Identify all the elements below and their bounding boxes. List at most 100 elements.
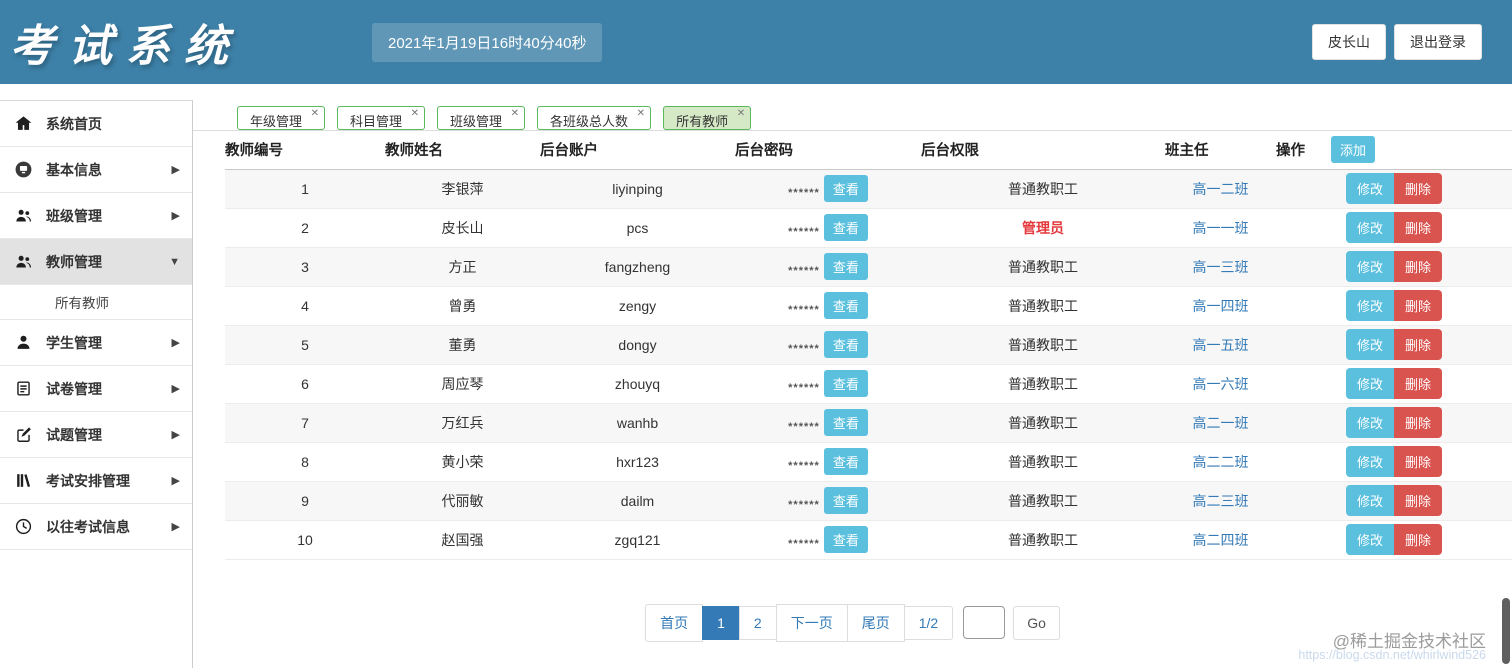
sidebar-item-home[interactable]: 系统首页 (0, 101, 192, 147)
view-password-button[interactable]: 查看 (823, 292, 868, 319)
logout-button[interactable]: 退出登录 (1394, 24, 1482, 60)
head-teacher-link[interactable]: 高二四班 (1193, 532, 1249, 548)
pagination: 首页 1 2 下一页 尾页 1/2 Go (193, 603, 1512, 642)
col-permission: 后台权限 (921, 143, 979, 160)
tab-bar: 年级管理 ✕ 科目管理 ✕ 班级管理 ✕ 各班级总人数 ✕ 所有教师 ✕ (193, 100, 1512, 131)
edit-button[interactable]: 修改 (1345, 173, 1394, 204)
password-mask: ****** (788, 460, 820, 472)
pagination-first[interactable]: 首页 (645, 603, 704, 642)
sidebar-item-class-mgmt[interactable]: 班级管理 ▶ (0, 193, 192, 239)
view-password-button[interactable]: 查看 (823, 253, 868, 280)
top-header: 考试系统 2021年1月19日16时40分40秒 皮长山 退出登录 (0, 0, 1512, 84)
tab-class-totals[interactable]: 各班级总人数 ✕ (537, 106, 652, 130)
table-row: 2 皮长山 pcs ****** 查看 管理员 高一一班 修改 删除 (225, 208, 1512, 247)
view-password-button[interactable]: 查看 (823, 448, 868, 475)
pagination-next[interactable]: 下一页 (775, 603, 848, 642)
tab-grade-mgmt[interactable]: 年级管理 ✕ (237, 106, 326, 130)
pagination-last[interactable]: 尾页 (846, 603, 905, 642)
head-teacher-link[interactable]: 高一三班 (1193, 259, 1249, 275)
head-teacher-link[interactable]: 高一四班 (1193, 298, 1249, 314)
delete-button[interactable]: 删除 (1394, 329, 1443, 360)
edit-button[interactable]: 修改 (1345, 446, 1394, 477)
col-account: 后台账户 (540, 143, 598, 160)
col-head-teacher: 班主任 (1165, 143, 1209, 160)
delete-button[interactable]: 删除 (1394, 173, 1443, 204)
clock-display: 2021年1月19日16时40分40秒 (372, 22, 603, 62)
delete-button[interactable]: 删除 (1394, 251, 1443, 282)
password-mask: ****** (788, 304, 820, 316)
view-password-button[interactable]: 查看 (823, 370, 868, 397)
tab-class-mgmt[interactable]: 班级管理 ✕ (437, 106, 526, 130)
chevron-right-icon: ▶ (171, 521, 180, 533)
table-header-row: 教师编号 教师姓名 后台账户 后台密码 后台权限 班主任 操作 添加 (225, 131, 1512, 169)
delete-button[interactable]: 删除 (1394, 485, 1443, 516)
clock-icon (14, 517, 34, 537)
table-row: 8 黄小荣 hxr123 ****** 查看 普通教职工 高二二班 修改 删除 (225, 442, 1512, 481)
edit-button[interactable]: 修改 (1345, 485, 1394, 516)
pagination-page-input[interactable] (963, 606, 1006, 639)
sidebar-item-exam-schedule[interactable]: 考试安排管理 ▶ (0, 458, 192, 504)
close-icon[interactable]: ✕ (411, 108, 419, 119)
pagination-page-2[interactable]: 2 (738, 605, 777, 640)
people-group-icon (14, 252, 34, 272)
delete-button[interactable]: 删除 (1394, 368, 1443, 399)
chevron-right-icon: ▶ (171, 210, 180, 222)
edit-button[interactable]: 修改 (1345, 212, 1394, 243)
sidebar-item-teacher-mgmt[interactable]: 教师管理 ▼ (0, 239, 192, 285)
pagination-go-button[interactable]: Go (1013, 605, 1060, 640)
head-teacher-link[interactable]: 高二二班 (1193, 454, 1249, 470)
edit-button[interactable]: 修改 (1345, 329, 1394, 360)
password-mask: ****** (788, 421, 820, 433)
delete-button[interactable]: 删除 (1394, 407, 1443, 438)
view-password-button[interactable]: 查看 (823, 175, 868, 202)
close-icon[interactable]: ✕ (311, 108, 319, 119)
edit-button[interactable]: 修改 (1345, 368, 1394, 399)
table-row: 4 曾勇 zengy ****** 查看 普通教职工 高一四班 修改 删除 (225, 286, 1512, 325)
main-content: 年级管理 ✕ 科目管理 ✕ 班级管理 ✕ 各班级总人数 ✕ 所有教师 ✕ 教师编… (193, 100, 1512, 668)
close-icon[interactable]: ✕ (637, 108, 645, 119)
pagination-page-1[interactable]: 1 (702, 605, 740, 640)
sidebar-item-question-mgmt[interactable]: 试题管理 ▶ (0, 412, 192, 458)
sidebar-item-student-mgmt[interactable]: 学生管理 ▶ (0, 320, 192, 366)
view-password-button[interactable]: 查看 (823, 487, 868, 514)
home-icon (14, 114, 34, 134)
delete-button[interactable]: 删除 (1394, 212, 1443, 243)
edit-button[interactable]: 修改 (1345, 524, 1394, 555)
view-password-button[interactable]: 查看 (823, 526, 868, 553)
head-teacher-link[interactable]: 高一一班 (1193, 220, 1249, 236)
close-icon[interactable]: ✕ (511, 108, 519, 119)
sidebar-item-past-exams[interactable]: 以往考试信息 ▶ (0, 504, 192, 550)
add-button[interactable]: 添加 (1331, 136, 1376, 164)
head-teacher-link[interactable]: 高一五班 (1193, 337, 1249, 353)
tab-all-teachers[interactable]: 所有教师 ✕ (663, 106, 752, 130)
head-teacher-link[interactable]: 高一六班 (1193, 376, 1249, 392)
person-icon (14, 333, 34, 353)
sidebar-item-basic-info[interactable]: 基本信息 ▶ (0, 147, 192, 193)
table-row: 10 赵国强 zgq121 ****** 查看 普通教职工 高二四班 修改 删除 (225, 520, 1512, 559)
tab-subject-mgmt[interactable]: 科目管理 ✕ (337, 106, 426, 130)
sidebar-subitem-all-teachers[interactable]: 所有教师 (0, 285, 192, 320)
scrollbar-thumb[interactable] (1502, 598, 1510, 664)
people-group-icon (14, 206, 34, 226)
close-icon[interactable]: ✕ (737, 108, 745, 119)
table-row: 5 董勇 dongy ****** 查看 普通教职工 高一五班 修改 删除 (225, 325, 1512, 364)
edit-button[interactable]: 修改 (1345, 251, 1394, 282)
delete-button[interactable]: 删除 (1394, 290, 1443, 321)
table-row: 1 李银萍 liyinping ****** 查看 普通教职工 高一二班 修改 删除 (225, 169, 1512, 208)
edit-button[interactable]: 修改 (1345, 407, 1394, 438)
edit-button[interactable]: 修改 (1345, 290, 1394, 321)
col-password: 后台密码 (735, 143, 793, 160)
sidebar-item-paper-mgmt[interactable]: 试卷管理 ▶ (0, 366, 192, 412)
delete-button[interactable]: 删除 (1394, 524, 1443, 555)
head-teacher-link[interactable]: 高二一班 (1193, 415, 1249, 431)
delete-button[interactable]: 删除 (1394, 446, 1443, 477)
books-icon (14, 471, 34, 491)
view-password-button[interactable]: 查看 (823, 214, 868, 241)
current-user-button[interactable]: 皮长山 (1312, 24, 1386, 60)
view-password-button[interactable]: 查看 (823, 409, 868, 436)
sidebar: 系统首页 基本信息 ▶ 班级管理 ▶ 教师管理 ▼ 所有教师 学生管理 ▶ 试卷… (0, 100, 193, 668)
view-password-button[interactable]: 查看 (823, 331, 868, 358)
head-teacher-link[interactable]: 高二三班 (1193, 493, 1249, 509)
chevron-right-icon: ▶ (171, 475, 180, 487)
head-teacher-link[interactable]: 高一二班 (1193, 181, 1249, 197)
